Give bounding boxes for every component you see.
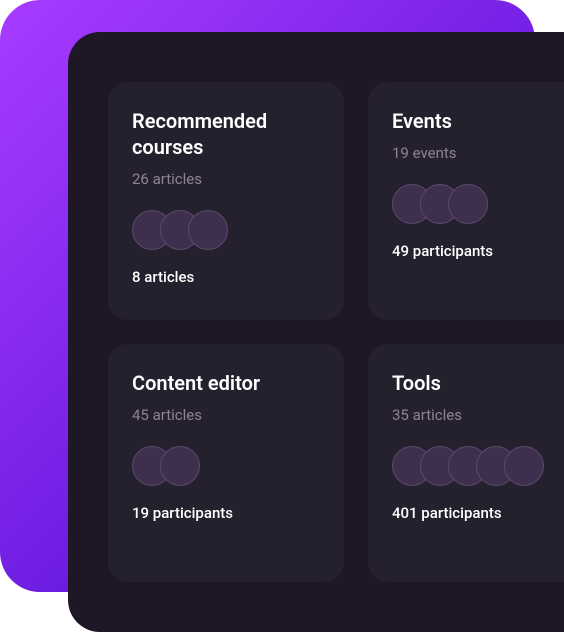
card-footer: 19 participants	[132, 504, 320, 522]
card-subtitle: 45 articles	[132, 406, 320, 424]
card-title: Content editor	[132, 370, 320, 396]
card-footer: 49 participants	[392, 242, 564, 260]
card-subtitle: 19 events	[392, 144, 564, 162]
card-footer: 401 participants	[392, 504, 564, 522]
avatar-stack	[392, 446, 564, 486]
avatar-stack	[392, 184, 564, 224]
card-title: Events	[392, 108, 564, 134]
card-subtitle: 35 articles	[392, 406, 564, 424]
card-title: Recommended courses	[132, 108, 320, 160]
avatar-circle	[160, 446, 200, 486]
card-grid: Recommended courses 26 articles 8 articl…	[108, 82, 564, 582]
recommended-courses-card[interactable]: Recommended courses 26 articles 8 articl…	[108, 82, 344, 320]
avatar-circle	[504, 446, 544, 486]
avatar-circle	[188, 210, 228, 250]
avatar-circle	[448, 184, 488, 224]
card-footer: 8 articles	[132, 268, 320, 286]
content-editor-card[interactable]: Content editor 45 articles 19 participan…	[108, 344, 344, 582]
avatar-stack	[132, 210, 320, 250]
avatar-stack	[132, 446, 320, 486]
card-subtitle: 26 articles	[132, 170, 320, 188]
dashboard-panel: Recommended courses 26 articles 8 articl…	[68, 32, 564, 632]
events-card[interactable]: Events 19 events 49 participants	[368, 82, 564, 320]
tools-card[interactable]: Tools 35 articles 401 participants	[368, 344, 564, 582]
card-title: Tools	[392, 370, 564, 396]
